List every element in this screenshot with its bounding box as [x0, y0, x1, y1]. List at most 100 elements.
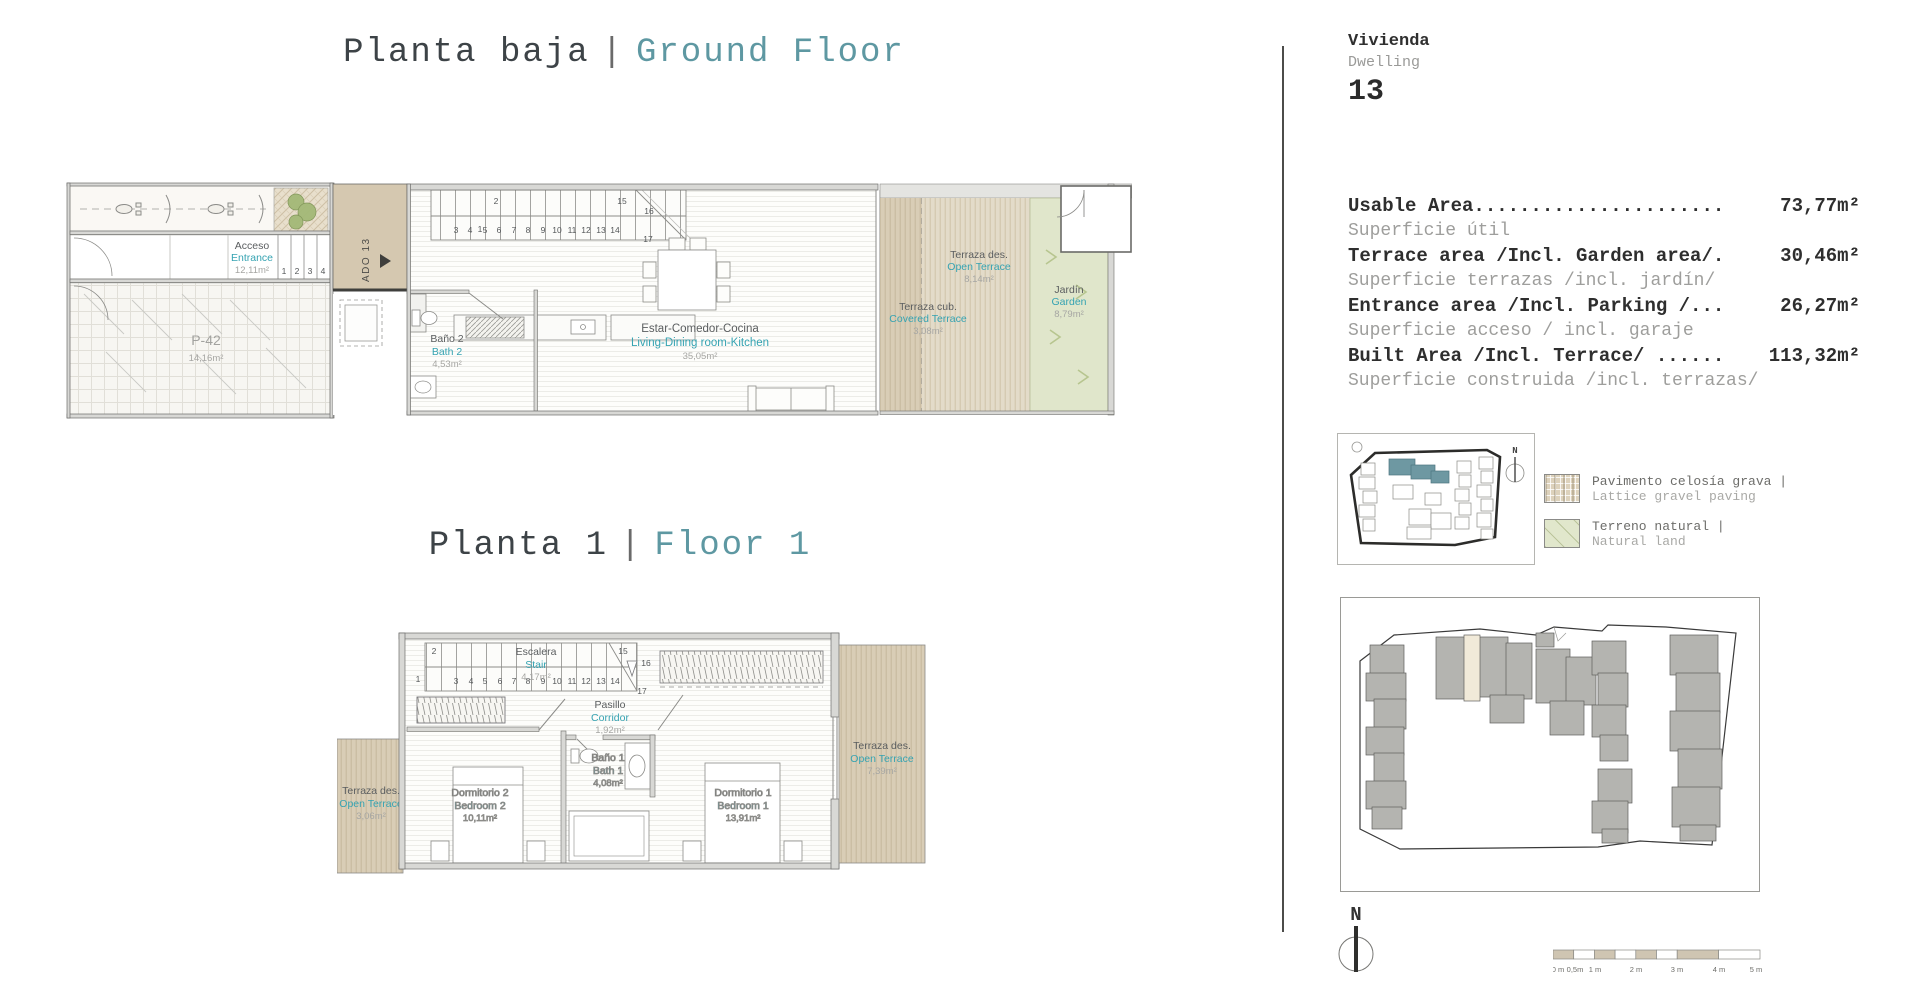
entry-porch: ADO 13 — [333, 184, 407, 415]
stair-number: 10 — [552, 225, 562, 235]
stair-number: 16 — [644, 206, 654, 216]
stair-number: 3 — [454, 676, 459, 686]
legend-label-es: Pavimento celosía grava | — [1592, 474, 1787, 489]
room-label-en: Bath 1 — [593, 765, 624, 777]
terrace-left: Terraza des. Open Terrace 3,06m² — [337, 739, 403, 873]
stair-number: 11 — [568, 676, 577, 686]
room-label-es: Dormitorio 2 — [451, 787, 508, 799]
room-label-en: Entrance — [231, 252, 273, 264]
room-label-en: Bedroom 2 — [454, 800, 506, 812]
room-label-es: Terraza des. — [950, 249, 1008, 261]
room-label-es: Jardín — [1054, 284, 1083, 296]
room-area: 35,05m² — [683, 351, 718, 362]
room-label-es: Baño 2 — [430, 333, 463, 345]
room-label-es: Acceso — [235, 240, 270, 252]
legend-label-en: Lattice gravel paving — [1592, 489, 1787, 504]
storage-corridor — [70, 186, 330, 231]
stair-number: 14 — [610, 676, 620, 686]
room-label-es: Baño 1 — [591, 752, 624, 764]
area-label: Terrace area /Incl. Garden area/. — [1348, 245, 1724, 267]
step-number: 2 — [295, 266, 300, 276]
building-cluster-bottom — [1592, 769, 1632, 843]
area-row: Built Area /Incl. Terrace/ ...... 113,32… — [1348, 344, 1860, 369]
area-label: Entrance area /Incl. Parking /... — [1348, 295, 1724, 317]
stair-number: 5 — [483, 676, 488, 686]
area-row: Entrance area /Incl. Parking /... 26,27m… — [1348, 294, 1860, 319]
scale-label: 4 m — [1713, 965, 1726, 974]
scale-label: 2 m — [1630, 965, 1643, 974]
stair-number: 8 — [526, 225, 531, 235]
area-row-es: Superficie útil — [1348, 219, 1860, 244]
scale-label: 0 m — [1553, 965, 1564, 974]
dwelling-number: 13 — [1348, 75, 1430, 109]
room-area: 8,14m² — [964, 274, 994, 285]
area-row: Terrace area /Incl. Garden area/. 30,46m… — [1348, 244, 1860, 269]
area-value: 26,27m² — [1780, 294, 1860, 319]
building-cluster-right — [1670, 635, 1722, 841]
room-label-es: Dormitorio 1 — [714, 787, 771, 799]
stair-number: 15 — [617, 196, 627, 206]
stair-number: 9 — [541, 225, 546, 235]
step-number: 4 — [321, 266, 326, 276]
stair-number: 14 — [610, 225, 620, 235]
north-label: N — [1350, 904, 1361, 926]
room-area: 10,11m² — [463, 813, 497, 824]
room-label-en: Open Terrace — [947, 261, 1011, 273]
room-area: 4,53m² — [432, 359, 462, 370]
street-entry-room — [1057, 186, 1131, 252]
floor1-title: Planta 1|Floor 1 — [0, 527, 1240, 565]
room-label-en: Corridor — [591, 712, 629, 724]
legend-item: Pavimento celosía grava | Lattice gravel… — [1544, 474, 1884, 504]
room-area: 1,92m² — [595, 725, 625, 736]
stair-number: 7 — [512, 225, 517, 235]
room-area: 3,08m² — [913, 326, 943, 337]
glass-wall — [876, 190, 880, 411]
room-label-es: Estar-Comedor-Cocina — [641, 323, 759, 335]
stair-number: 10 — [552, 676, 562, 686]
legend-label-es: Terreno natural | — [1592, 519, 1725, 534]
area-value: 30,46m² — [1780, 244, 1860, 269]
terraces: Terraza des. Open Terrace 8,14m² Terraza… — [880, 184, 1132, 415]
room-area: 12,11m² — [235, 265, 269, 276]
sofa — [748, 386, 834, 412]
ground-title-es: Planta baja — [343, 34, 589, 72]
title-separator: | — [602, 34, 624, 72]
floor1-block: 2 1 3 4 5 6 7 8 9 10 11 12 13 14 15 16 1… — [399, 633, 839, 869]
dwelling-header: Vivienda Dwelling 13 — [1348, 32, 1430, 109]
room-area: 7,39m² — [867, 766, 897, 777]
room-label-en: Open Terrace — [850, 753, 914, 765]
room-area: 13,91m² — [726, 813, 761, 824]
mini-site-map: N — [1337, 433, 1535, 565]
room-label-es: Terraza cub. — [899, 301, 957, 313]
room-label-es: Escalera — [516, 646, 557, 658]
stair-number: 1 — [416, 674, 421, 684]
scale-label: 3 m — [1671, 965, 1684, 974]
area-row-es: Superficie acceso / incl. garaje — [1348, 319, 1860, 344]
living-block: 2 1 3 4 5 6 7 8 9 10 11 12 13 14 15 16 1… — [407, 184, 880, 415]
room-area: 3,06m² — [356, 811, 386, 822]
parking-code: P-42 — [191, 332, 221, 348]
room-label-en: Covered Terrace — [889, 313, 967, 325]
stair-number: 5 — [483, 225, 488, 235]
legend-label-en: Natural land — [1592, 534, 1725, 549]
floor1-title-es: Planta 1 — [429, 527, 608, 565]
room-label-es: Terraza des. — [853, 740, 911, 752]
area-row: Usable Area...................... 73,77m… — [1348, 194, 1860, 219]
stair-number: 16 — [641, 658, 651, 668]
dwelling-label-en: Dwelling — [1348, 54, 1430, 71]
floor1-title-en: Floor 1 — [654, 527, 811, 565]
natural-land-swatch — [1544, 519, 1580, 548]
stair-number: 11 — [568, 225, 577, 235]
gravel-paving-swatch — [1544, 474, 1580, 503]
room-label-es: Terraza des. — [342, 785, 400, 797]
room-area: 4,08m² — [593, 778, 623, 789]
room-area: 4,17m² — [521, 672, 551, 683]
scale-label: 5 m — [1750, 965, 1763, 974]
door-code-label: ADO 13 — [361, 237, 372, 282]
room-label-en: Bath 2 — [432, 346, 463, 358]
room-label-en: Stair — [525, 659, 547, 671]
parking-area: P-42 14,16m² — [70, 283, 330, 415]
area-value: 73,77m² — [1780, 194, 1860, 219]
area-row-es: Superficie terrazas /incl. jardín/ — [1348, 269, 1860, 294]
stair-number: 15 — [618, 646, 628, 656]
